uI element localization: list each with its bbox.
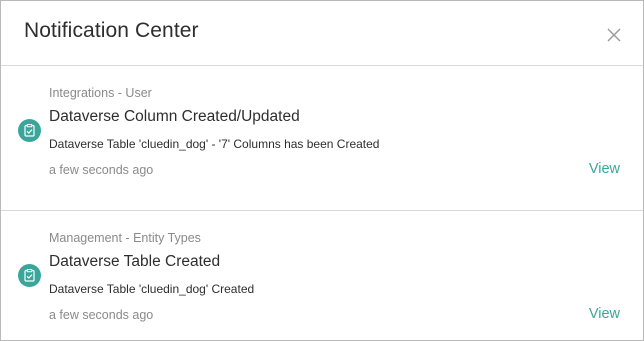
notification-message: Dataverse Table 'cluedin_dog' Created: [49, 282, 255, 296]
view-link[interactable]: View: [589, 161, 620, 177]
notification-category: Management - Entity Types: [49, 231, 201, 245]
notification-category: Integrations - User: [49, 86, 152, 100]
notification-center-panel: Notification Center Integrations - User …: [0, 0, 644, 341]
close-icon[interactable]: [605, 26, 623, 44]
clipboard-check-icon: [18, 119, 41, 142]
notification-item: Management - Entity Types Dataverse Tabl…: [1, 211, 643, 340]
notification-timestamp: a few seconds ago: [49, 308, 154, 322]
view-link[interactable]: View: [589, 306, 620, 322]
clipboard-check-icon: [18, 264, 41, 287]
notification-title: Dataverse Column Created/Updated: [49, 108, 300, 125]
notification-title: Dataverse Table Created: [49, 253, 221, 270]
notification-message: Dataverse Table 'cluedin_dog' - '7' Colu…: [49, 137, 380, 151]
panel-header: Notification Center: [1, 1, 643, 66]
panel-title: Notification Center: [24, 19, 199, 42]
notification-item: Integrations - User Dataverse Column Cre…: [1, 66, 643, 211]
notification-timestamp: a few seconds ago: [49, 163, 154, 177]
